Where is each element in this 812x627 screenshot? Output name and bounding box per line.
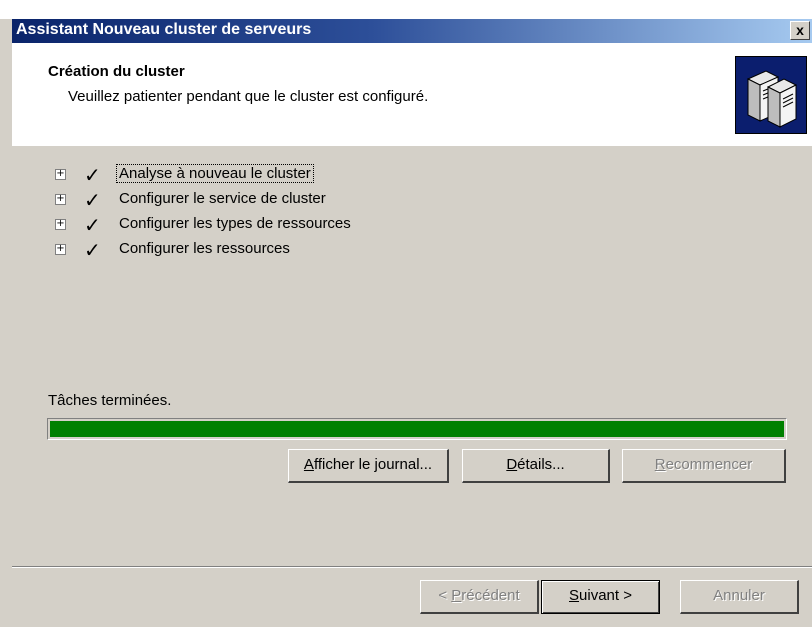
expand-icon[interactable]: + [55, 169, 66, 180]
task-label[interactable]: Configurer les types de ressources [117, 215, 353, 232]
button-mnemonic: P [451, 587, 462, 604]
task-label[interactable]: Configurer le service de cluster [117, 190, 328, 207]
close-button[interactable]: x [790, 21, 810, 40]
button-mnemonic: S [569, 587, 580, 604]
window-title: Assistant Nouveau cluster de serveurs [16, 21, 312, 38]
task-label[interactable]: Configurer les ressources [117, 240, 292, 257]
checkmark-icon: ✓ [84, 163, 101, 187]
progress-bar [47, 418, 787, 440]
wizard-window: Assistant Nouveau cluster de serveurs x … [0, 0, 812, 627]
button-label: uivant > [579, 587, 632, 604]
title-bar[interactable]: Assistant Nouveau cluster de serveurs x [12, 19, 812, 43]
cluster-servers-icon [735, 56, 807, 134]
button-label: fficher le journal... [313, 456, 433, 473]
details-button[interactable]: Détails... [462, 449, 610, 483]
cancel-button[interactable]: Annuler [680, 580, 799, 614]
button-mnemonic: A [303, 456, 314, 473]
checkmark-icon: ✓ [84, 188, 101, 212]
button-label: ecommencer [665, 456, 753, 473]
expand-icon[interactable]: + [55, 219, 66, 230]
checkmark-icon: ✓ [84, 213, 101, 237]
expand-icon[interactable]: + [55, 194, 66, 205]
expand-icon[interactable]: + [55, 244, 66, 255]
progress-fill [50, 421, 784, 437]
retry-button[interactable]: Recommencer [622, 449, 786, 483]
wizard-header: Création du cluster Veuillez patienter p… [12, 43, 812, 146]
page-subtitle: Veuillez patienter pendant que le cluste… [68, 88, 429, 105]
checkmark-icon: ✓ [84, 238, 101, 262]
task-label[interactable]: Analyse à nouveau le cluster [116, 164, 314, 183]
status-text: Tâches terminées. [48, 392, 172, 409]
button-label: récédent [461, 587, 520, 604]
footer-divider-highlight [12, 567, 812, 568]
next-button[interactable]: Suivant > [541, 580, 660, 614]
header-separator [12, 145, 812, 146]
button-label-prefix: < [438, 587, 452, 604]
button-label: étails... [517, 456, 565, 473]
background-strip [0, 0, 812, 19]
back-button[interactable]: < Précédent [420, 580, 539, 614]
button-mnemonic: R [654, 456, 666, 473]
page-title: Création du cluster [48, 63, 185, 80]
view-log-button[interactable]: Afficher le journal... [288, 449, 449, 483]
button-mnemonic: D [506, 456, 518, 473]
